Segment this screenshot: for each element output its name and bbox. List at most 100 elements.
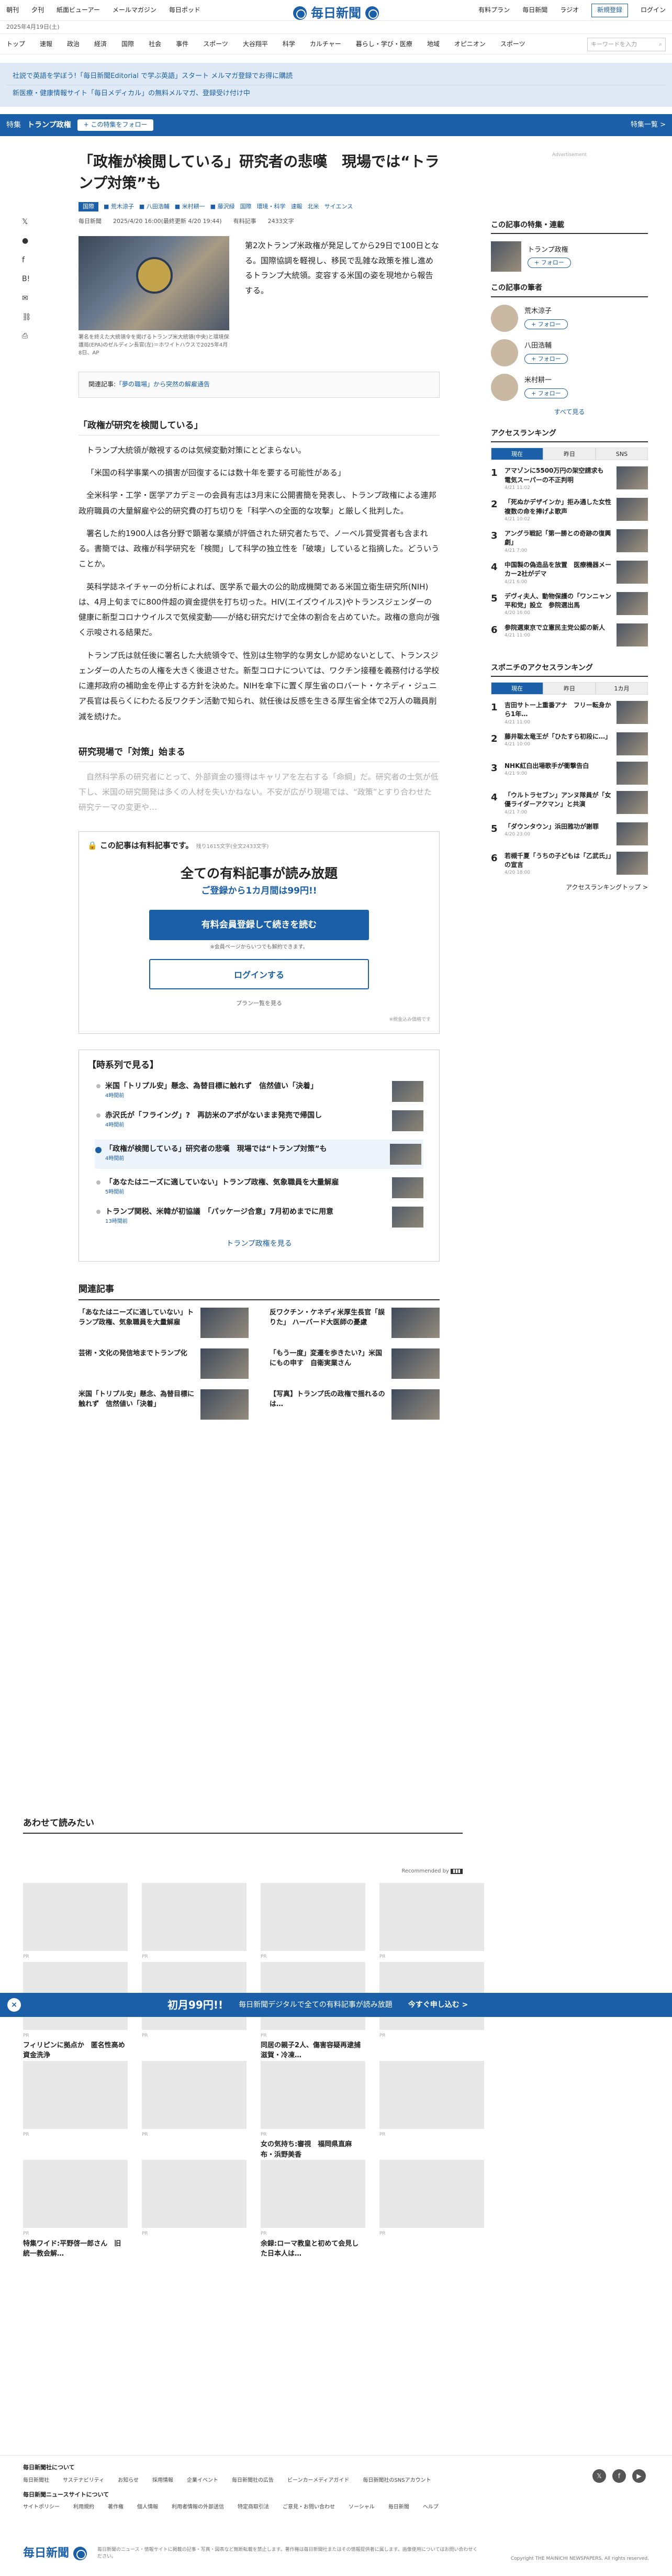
related-item[interactable]: 米国「トリプル安」懸念、為替目標に触れず 信然値い「決着」 <box>79 1389 249 1420</box>
read-image[interactable] <box>379 2060 484 2129</box>
read-card[interactable]: PR <box>379 1883 484 1961</box>
ranking-title[interactable]: 吉田サトー上重番アナ フリー転身から1年… <box>505 701 611 718</box>
util-link[interactable]: 朝刊 <box>6 5 19 15</box>
topic-link[interactable]: サイエンス <box>324 202 353 211</box>
related-thumb[interactable] <box>391 1307 440 1338</box>
footer-link[interactable]: 毎日新聞社 <box>23 2477 49 2485</box>
nav-item[interactable]: カルチャー <box>310 39 341 49</box>
footer-link[interactable]: 毎日新聞社のSNSアカウント <box>363 2477 431 2485</box>
footer-link[interactable]: 企業イベント <box>187 2477 218 2485</box>
read-image[interactable] <box>379 1883 484 1951</box>
hatena-icon[interactable]: B! <box>22 273 32 285</box>
related-thumb[interactable] <box>200 1348 249 1379</box>
topic-link[interactable]: 北米 <box>308 202 319 211</box>
related-title[interactable]: 「あなたはニーズに適していない」トランプ政権、気象職員を大量解雇 <box>79 1308 195 1338</box>
read-image[interactable] <box>142 2160 247 2228</box>
nav-item[interactable]: 暮らし・学び・医療 <box>356 39 412 49</box>
ranking-item[interactable]: 2 「死ぬかデザインか」拒み通した女性 複数の命を捧げよ歌声 4/21 10:02 <box>491 498 648 523</box>
util-link[interactable]: メールマガジン <box>113 5 156 15</box>
read-image[interactable] <box>142 1883 247 1951</box>
timeline-item[interactable]: 赤沢氏が「フライング」? 再訪米のアポがないまま発売で帰国し 4時間前 <box>95 1110 423 1132</box>
timeline-item[interactable]: トランプ関税、米韓が初協議 「パッケージ合意」7月初めまでに用意 13時間前 <box>95 1207 423 1228</box>
feature-name[interactable]: トランプ政権 <box>27 119 71 131</box>
footer-link[interactable]: サイトポリシー <box>23 2503 60 2512</box>
read-image[interactable] <box>261 1883 365 1951</box>
ranking-item[interactable]: 6 参院選東京で立憲民主党公認の新人 4/21 11:00 <box>491 623 648 646</box>
ranking-thumb[interactable] <box>617 822 648 845</box>
ranking-item[interactable]: 5 デヴィ夫人、動物保護の「ワンニャン平和党」設立 参院選出馬 4/20 16:00 <box>491 592 648 617</box>
read-card[interactable]: PR 女の気持ち:審視 福岡県直麻布・浜野美香 <box>261 2060 365 2160</box>
facebook-icon[interactable]: f <box>22 254 32 266</box>
x-icon[interactable]: 𝕏 <box>592 2469 606 2483</box>
nav-item[interactable]: 大谷翔平 <box>243 39 268 49</box>
timeline-item[interactable]: 米国「トリプル安」懸念、為替目標に触れず 信然値い「決着」 4時間前 <box>95 1081 423 1102</box>
footer-link[interactable]: 個人情報 <box>137 2503 158 2512</box>
ranking-title[interactable]: 若槻千夏「うちの子どもは「乙武氏」」の宣言 <box>505 852 611 868</box>
ranking-title[interactable]: 「死ぬかデザインか」拒み通した女性 複数の命を捧げよ歌声 <box>505 498 618 515</box>
topic-link[interactable]: 国際 <box>240 202 252 211</box>
x-icon[interactable]: 𝕏 <box>22 216 32 228</box>
author[interactable]: ■ 藤沢緑 <box>210 202 235 211</box>
read-card[interactable]: PR <box>142 1883 247 1961</box>
footer-link[interactable]: 利用規約 <box>73 2503 94 2512</box>
banner-cta[interactable]: 今すぐ申し込む > <box>408 1999 468 2011</box>
read-title[interactable]: 同居の親子2人、傷害容疑再逮捕 滋賀・冷凍… <box>261 2040 367 2061</box>
read-card[interactable]: PR <box>23 2060 128 2160</box>
ranking-thumb[interactable] <box>617 529 648 553</box>
timeline-title[interactable]: 米国「トリプル安」懸念、為替目標に触れず 信然値い「決着」 <box>105 1082 318 1090</box>
footer-link[interactable]: ヘルプ <box>423 2503 439 2512</box>
related-title[interactable]: 芸術・文化の発信地までトランプ化 <box>79 1348 195 1379</box>
related-title[interactable]: 「もう一度」変遷を歩きたい?」米国にもの申す 自衛実業さん <box>270 1348 386 1379</box>
related-item[interactable]: 「あなたはニーズに適していない」トランプ政権、気象職員を大量解雇 <box>79 1307 249 1338</box>
timeline-item[interactable]: 「政権が検閲している」研究者の悲嘆 現場では“トランプ対策”も 4時間前 <box>95 1140 423 1169</box>
ranking-title[interactable]: 中国製の偽造品を放置 医療機器メーカー2社がデマ <box>505 561 611 577</box>
login-link[interactable]: ログイン <box>641 5 666 15</box>
writer-follow-button[interactable]: + フォロー <box>524 353 568 364</box>
nav-item[interactable]: トップ <box>6 39 25 49</box>
read-image[interactable] <box>23 2060 128 2129</box>
ranking-title[interactable]: 「ウルトラセブン」アンヌ隊員が「女優ライダーアクマン」と共演 <box>505 791 611 808</box>
read-card[interactable]: PR <box>379 2060 484 2160</box>
timeline-title[interactable]: トランプ関税、米韓が初協議 「パッケージ合意」7月初めまでに用意 <box>105 1208 333 1216</box>
read-card[interactable]: PR <box>142 2060 247 2160</box>
related-thumb[interactable] <box>391 1348 440 1379</box>
nav-item[interactable]: 地域 <box>427 39 440 49</box>
category-tag[interactable]: 国際 <box>79 202 98 211</box>
ranking-title[interactable]: アマゾンに5500万円の架空請求も 電気スーパーの不正判明 <box>505 467 610 483</box>
read-card[interactable]: PR 特集ワイド:平野啓一郎さん 旧統一教会解… <box>23 2160 128 2259</box>
sponichi-tab[interactable]: 1カ月 <box>596 682 648 695</box>
lead-photo[interactable]: 署名を終えた大統領令を掲げるトランプ米大統領(中央)と環境保護局(EPA)のゼル… <box>79 236 229 357</box>
timeline-thumb[interactable] <box>390 1144 421 1165</box>
related-item[interactable]: 【写真】トランプ氏の政権で揺れるのは… <box>270 1389 440 1420</box>
ranking-item[interactable]: 1 吉田サトー上重番アナ フリー転身から1年… 4/21 11:00 <box>491 700 648 726</box>
ranking-item[interactable]: 6 若槻千夏「うちの子どもは「乙武氏」」の宣言 4/20 18:00 <box>491 851 648 877</box>
ranking-thumb[interactable] <box>617 498 648 521</box>
search-icon[interactable]: ⌕ <box>659 40 662 49</box>
site-logo[interactable]: 毎日新聞 <box>293 3 379 23</box>
timeline-title[interactable]: 「政権が検閲している」研究者の悲嘆 現場では“トランプ対策”も <box>105 1145 327 1153</box>
read-card[interactable]: PR <box>261 1883 365 1961</box>
login-button[interactable]: ログインする <box>149 958 369 989</box>
sponichi-tab[interactable]: 現在 <box>491 682 543 695</box>
feature-follow-button[interactable]: + この特集をフォロー <box>77 119 154 131</box>
writer-avatar[interactable] <box>491 373 518 401</box>
ranking-thumb[interactable] <box>617 592 648 615</box>
read-image[interactable] <box>23 1883 128 1951</box>
ranking-item[interactable]: 3 NHK紅白出場歌手が衝撃告白 4/21 9:00 <box>491 761 648 785</box>
author[interactable]: ■ 荒木涼子 <box>104 202 134 211</box>
ranking-thumb[interactable] <box>617 700 648 724</box>
related-title[interactable]: 米国「トリプル安」懸念、為替目標に触れず 信然値い「決着」 <box>79 1389 195 1420</box>
read-title[interactable]: 余録:ローマ教皇と初めて会見した日本人は… <box>261 2239 365 2259</box>
read-title[interactable]: フィリピンに拠点か 匿名性高め資金洗浄 <box>23 2040 128 2061</box>
read-card[interactable]: PR <box>142 2160 247 2259</box>
read-image[interactable] <box>379 2160 484 2228</box>
ranking-title[interactable]: NHK紅白出場歌手が衝撃告白 <box>505 762 589 770</box>
ranking-thumb[interactable] <box>617 851 648 875</box>
writer-follow-button[interactable]: + フォロー <box>524 319 568 330</box>
footer-link[interactable]: ビーンカーメディアガイド <box>287 2477 349 2485</box>
related-title[interactable]: 【写真】トランプ氏の政権で揺れるのは… <box>270 1389 386 1420</box>
timeline-thumb[interactable] <box>392 1207 423 1228</box>
footer-link[interactable]: 著作権 <box>108 2503 124 2512</box>
related-item[interactable]: 芸術・文化の発信地までトランプ化 <box>79 1348 249 1379</box>
author[interactable]: ■ 米村耕一 <box>175 202 205 211</box>
